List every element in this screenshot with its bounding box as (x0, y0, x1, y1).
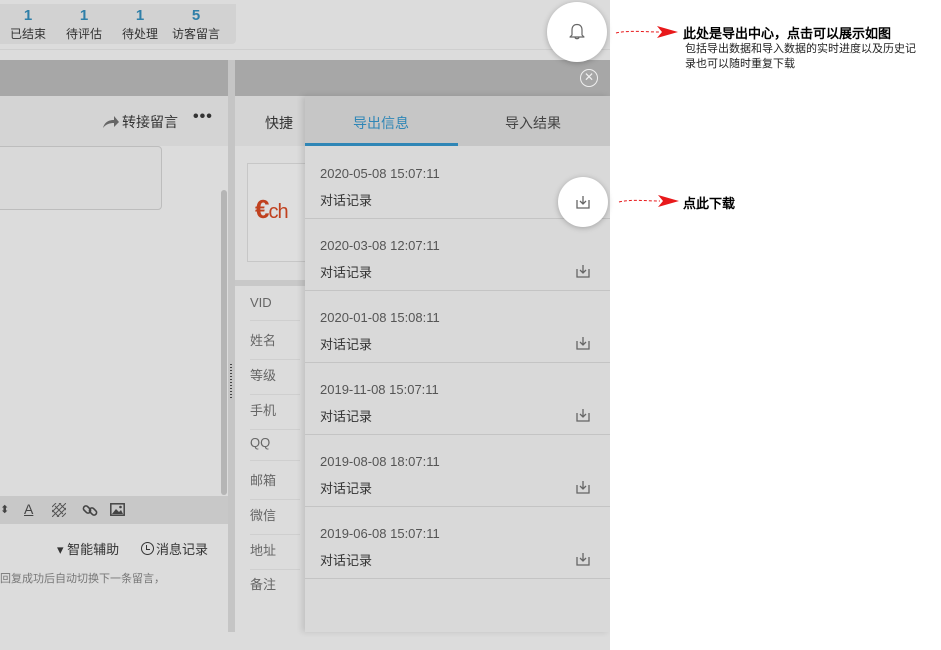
stat-count: 1 (135, 7, 145, 24)
topbar-divider (0, 49, 610, 50)
stat-label: 访客留言 (171, 27, 220, 41)
tab-quick[interactable]: 快捷 (265, 113, 293, 133)
message-history-button[interactable]: 消息记录 (141, 539, 208, 558)
record-type: 对话记录 (320, 265, 373, 280)
stat-ended[interactable]: 1 已结束 (0, 4, 56, 44)
record-type: 对话记录 (320, 553, 373, 568)
field-level: 等级 (250, 365, 300, 395)
export-record: 2020-01-08 15:08:11 对话记录 (305, 290, 610, 363)
font-color-icon[interactable]: A (24, 501, 33, 517)
smart-assist-button[interactable]: ▾ 智能辅助 (57, 539, 119, 558)
record-time: 2019-08-08 18:07:11 (320, 454, 440, 469)
stat-label: 已结束 (9, 27, 46, 41)
stat-label: 待评估 (65, 27, 102, 41)
stat-to-process[interactable]: 1 待处理 (112, 4, 168, 44)
export-panel-tabs: 导出信息 导入结果 (305, 96, 610, 146)
transfer-label: 转接留言 (122, 114, 178, 130)
download-icon (576, 196, 590, 209)
record-type: 对话记录 (320, 481, 373, 496)
export-center-note-desc: 包括导出数据和导入数据的实时进度以及历史记录也可以随时重复下载 (685, 43, 916, 70)
download-icon[interactable] (576, 264, 590, 278)
field-email: 邮箱 (250, 470, 300, 500)
export-center-button[interactable] (547, 2, 607, 62)
record-type: 对话记录 (320, 193, 373, 208)
link-icon[interactable] (82, 502, 98, 518)
export-record: 2020-03-08 12:07:11 对话记录 (305, 218, 610, 291)
download-icon[interactable] (576, 408, 590, 422)
field-qq: QQ (250, 435, 300, 461)
tab-import-results[interactable]: 导入结果 (505, 113, 561, 133)
left-scrollbar[interactable] (221, 190, 227, 495)
bell-icon (569, 23, 585, 40)
field-name: 姓名 (250, 330, 300, 360)
clock-icon (141, 542, 154, 555)
pane-splitter[interactable] (228, 60, 235, 632)
more-options-button[interactable]: ••• (193, 108, 213, 126)
editor-toolbar: ⬍ A (0, 496, 228, 524)
stat-count: 1 (23, 7, 33, 24)
download-icon[interactable] (576, 336, 590, 350)
section-divider (235, 280, 305, 286)
stat-to-evaluate[interactable]: 1 待评估 (56, 4, 112, 44)
pattern-icon[interactable] (52, 503, 66, 517)
export-record: 2019-08-08 18:07:11 对话记录 (305, 434, 610, 507)
download-icon[interactable] (576, 480, 590, 494)
brand-logo: €ch (255, 194, 289, 224)
logo-text: ch (268, 201, 288, 223)
field-wechat: 微信 (250, 505, 300, 535)
tab-export-info[interactable]: 导出信息 (353, 113, 409, 133)
record-type: 对话记录 (320, 409, 373, 424)
image-icon[interactable] (110, 503, 125, 516)
stat-count: 1 (79, 7, 89, 24)
download-icon[interactable] (576, 552, 590, 566)
record-type: 对话记录 (320, 337, 373, 352)
field-vid: VID (250, 295, 300, 321)
export-center-panel: 导出信息 导入结果 2020-05-08 15:07:11 对话记录 2020-… (305, 96, 610, 632)
download-button-highlight[interactable] (558, 177, 608, 227)
font-size-stepper-icon[interactable]: ⬍ (0, 503, 9, 516)
history-label: 消息记录 (156, 542, 209, 557)
message-bubble (0, 146, 162, 210)
splitter-grip-icon[interactable] (230, 364, 232, 400)
status-counters: 1 已结束 1 待评估 1 待处理 5 访客留言 (0, 4, 236, 44)
transfer-message-button[interactable]: 转接留言 (102, 112, 178, 132)
right-pane-header (235, 60, 610, 96)
record-time: 2019-11-08 15:07:11 (320, 382, 439, 397)
annotation-arrow-icon (615, 26, 678, 38)
field-address: 地址 (250, 540, 300, 570)
stat-visitor-messages[interactable]: 5 访客留言 (168, 4, 224, 44)
download-note: 点此下载 (683, 196, 736, 211)
field-phone: 手机 (250, 400, 300, 430)
share-arrow-icon (103, 116, 119, 128)
stat-label: 待处理 (121, 27, 158, 41)
export-record: 2019-06-08 15:07:11 对话记录 (305, 506, 610, 579)
export-center-note-title: 此处是导出中心，点击可以展示如图 (683, 26, 892, 41)
record-time: 2020-03-08 12:07:11 (320, 238, 440, 253)
field-notes: 备注 (250, 577, 277, 592)
stat-count: 5 (191, 7, 201, 24)
record-time: 2019-06-08 15:07:11 (320, 526, 440, 541)
record-time: 2020-05-08 15:07:11 (320, 166, 440, 181)
annotation-arrow-icon (618, 195, 679, 207)
app-window: 1 已结束 1 待评估 1 待处理 5 访客留言 转接留言 ••• ⬍ A ▾ … (0, 0, 610, 650)
close-icon[interactable]: ✕ (580, 69, 598, 87)
left-pane-header (0, 60, 228, 96)
record-time: 2020-01-08 15:08:11 (320, 310, 440, 325)
auto-switch-hint: 回复成功后自动切换下一条留言， (0, 573, 165, 585)
export-record: 2019-11-08 15:07:11 对话记录 (305, 362, 610, 435)
